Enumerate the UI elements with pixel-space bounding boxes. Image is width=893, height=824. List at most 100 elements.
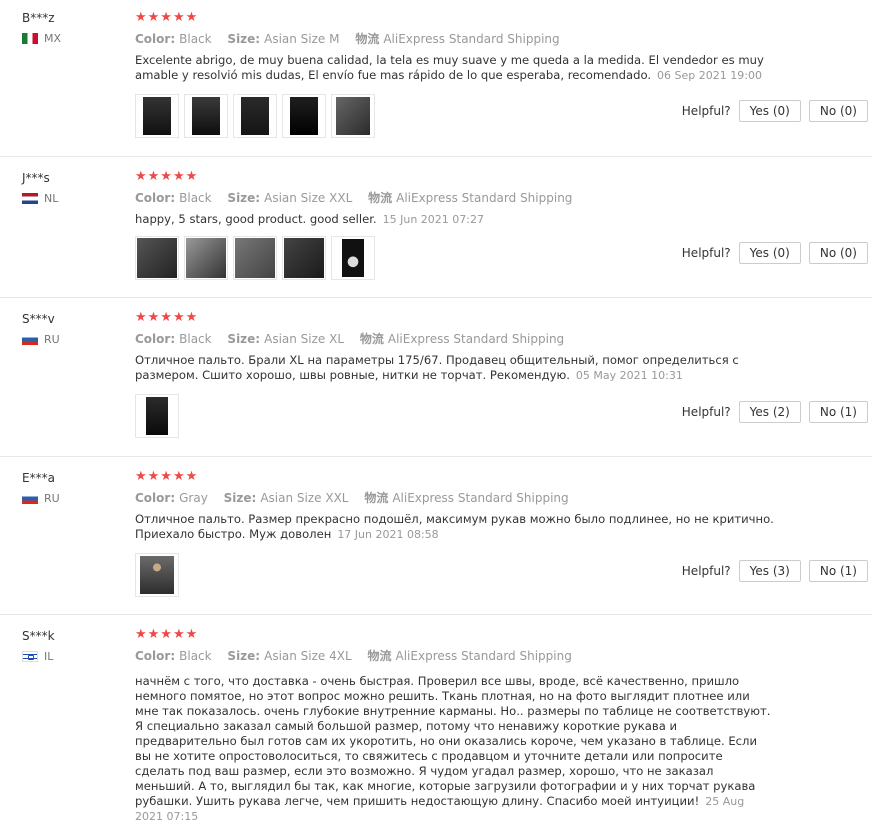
country-code: RU	[44, 333, 60, 346]
helpful-yes-button[interactable]: Yes (2)	[738, 401, 801, 423]
size-value: Asian Size XXL	[260, 491, 349, 505]
review-photos	[135, 394, 179, 438]
size-label: Size:	[227, 649, 261, 663]
reviewer-name: J***s	[22, 171, 50, 185]
star-rating: ★★★★★	[135, 310, 199, 325]
color-label: Color:	[135, 332, 176, 346]
review-date: 17 Jun 2021 08:58	[337, 528, 439, 541]
color-value: Black	[179, 191, 212, 205]
shipping-value: AliExpress Standard Shipping	[383, 32, 560, 46]
reviewer-name: B***z	[22, 11, 55, 25]
review-body: начнём с того, что доставка - очень быст…	[135, 674, 771, 808]
shipping-value: AliExpress Standard Shipping	[395, 649, 572, 663]
reviewer-country: RU	[22, 492, 122, 505]
review-text: happy, 5 stars, good product. good selle…	[135, 212, 775, 227]
helpful-no-button[interactable]: No (0)	[808, 100, 868, 122]
helpful-vote: Helpful? Yes (0) No (0)	[682, 100, 868, 122]
helpful-label: Helpful?	[681, 405, 731, 419]
review-text: Excelente abrigo, de muy buena calidad, …	[135, 53, 775, 83]
color-label: Color:	[135, 32, 176, 46]
review-photos	[135, 236, 375, 280]
review-photo-thumbnail[interactable]	[282, 236, 326, 280]
review-item: J***s NL ★★★★★ Color: Black Size: Asian Si…	[0, 156, 872, 298]
size-value: Asian Size M	[264, 32, 340, 46]
helpful-no-button[interactable]: No (1)	[808, 560, 868, 582]
russia-flag-icon	[22, 493, 38, 504]
star-rating: ★★★★★	[135, 10, 199, 25]
helpful-vote: Helpful? Yes (2) No (1)	[682, 401, 868, 423]
review-date: 15 Jun 2021 07:27	[382, 213, 484, 226]
order-info: Color: Black Size: Asian Size M 物流 AliExpre…	[135, 31, 865, 47]
review-photos	[135, 94, 375, 138]
review-body: Отличное пальто. Размер прекрасно подошё…	[135, 512, 774, 541]
order-info: Color: Black Size: Asian Size XXL 物流 AliExp…	[135, 190, 865, 206]
review-item: E***a RU ★★★★★ Color: Gray Size: Asian Siz…	[0, 456, 872, 615]
review-date: 06 Sep 2021 19:00	[657, 69, 762, 82]
reviewer-country: RU	[22, 333, 122, 346]
reviewer-name: E***a	[22, 471, 55, 485]
order-info: Color: Black Size: Asian Size XL 物流 AliExpr…	[135, 331, 865, 347]
helpful-no-button[interactable]: No (1)	[808, 401, 868, 423]
review-photo-thumbnail[interactable]	[331, 236, 375, 280]
country-code: MX	[44, 32, 62, 45]
star-rating: ★★★★★	[135, 169, 199, 184]
review-photo-thumbnail[interactable]	[135, 394, 179, 438]
color-label: Color:	[135, 491, 176, 505]
country-code: IL	[44, 650, 54, 663]
helpful-yes-button[interactable]: Yes (0)	[738, 100, 801, 122]
shipping-value: AliExpress Standard Shipping	[396, 191, 573, 205]
color-label: Color:	[135, 191, 176, 205]
review-photo-thumbnail[interactable]	[184, 236, 228, 280]
review-photo-thumbnail[interactable]	[233, 94, 277, 138]
color-value: Black	[179, 32, 212, 46]
shipping-label: 物流	[355, 32, 380, 46]
russia-flag-icon	[22, 334, 38, 345]
review-body: happy, 5 stars, good product. good selle…	[135, 212, 377, 226]
size-label: Size:	[227, 191, 261, 205]
color-label: Color:	[135, 649, 176, 663]
helpful-no-button[interactable]: No (0)	[808, 242, 868, 264]
review-item: B***z MX ★★★★★ Color: Black Size: Asian Si…	[0, 0, 872, 157]
color-value: Black	[179, 332, 212, 346]
size-label: Size:	[227, 32, 261, 46]
shipping-label: 物流	[368, 191, 393, 205]
review-photo-thumbnail[interactable]	[135, 236, 179, 280]
review-text: Отличное пальто. Размер прекрасно подошё…	[135, 512, 775, 542]
color-value: Black	[179, 649, 212, 663]
review-date: 05 May 2021 10:31	[575, 369, 683, 382]
review-text: Отличное пальто. Брали XL на параметры 1…	[135, 353, 775, 383]
review-photo-thumbnail[interactable]	[135, 553, 179, 597]
helpful-label: Helpful?	[681, 104, 731, 118]
review-photos	[135, 553, 179, 597]
shipping-label: 物流	[364, 491, 389, 505]
israel-flag-icon	[22, 651, 38, 662]
helpful-label: Helpful?	[681, 564, 731, 578]
size-value: Asian Size XXL	[264, 191, 353, 205]
size-value: Asian Size 4XL	[264, 649, 352, 663]
size-value: Asian Size XL	[264, 332, 345, 346]
review-photo-thumbnail[interactable]	[184, 94, 228, 138]
review-photo-thumbnail[interactable]	[282, 94, 326, 138]
size-label: Size:	[223, 491, 257, 505]
review-text: начнём с того, что доставка - очень быст…	[135, 674, 775, 824]
reviewer-name: S***v	[22, 312, 55, 326]
country-code: NL	[44, 192, 59, 205]
review-item: S***v RU ★★★★★ Color: Black Size: Asian Si…	[0, 297, 872, 457]
helpful-yes-button[interactable]: Yes (3)	[738, 560, 801, 582]
netherlands-flag-icon	[22, 193, 38, 204]
review-photo-thumbnail[interactable]	[233, 236, 277, 280]
review-photo-thumbnail[interactable]	[331, 94, 375, 138]
color-value: Gray	[179, 491, 208, 505]
helpful-yes-button[interactable]: Yes (0)	[738, 242, 801, 264]
helpful-label: Helpful?	[681, 246, 731, 260]
country-code: RU	[44, 492, 60, 505]
shipping-value: AliExpress Standard Shipping	[387, 332, 565, 346]
review-photo-thumbnail[interactable]	[135, 94, 179, 138]
review-item: S***k IL ★★★★★ Color: Black Size: Asian Si…	[0, 614, 872, 823]
shipping-label: 物流	[359, 332, 384, 346]
reviewer-country: IL	[22, 650, 122, 663]
star-rating: ★★★★★	[135, 627, 199, 642]
helpful-vote: Helpful? Yes (0) No (0)	[682, 242, 868, 264]
reviewer-country: MX	[22, 32, 122, 45]
shipping-label: 物流	[367, 649, 392, 663]
